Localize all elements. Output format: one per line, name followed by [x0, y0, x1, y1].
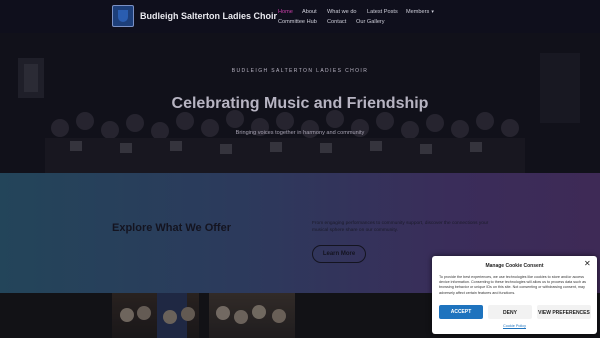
cookie-policy-link[interactable]: Cookie Policy — [432, 324, 597, 328]
hero-subtitle: Bringing voices together in harmony and … — [235, 130, 365, 136]
cookie-title: Manage Cookie Consent — [485, 263, 544, 269]
nav-item-contact[interactable]: Contact — [327, 19, 346, 25]
deny-button[interactable]: DENY — [488, 305, 532, 319]
view-preferences-button[interactable]: VIEW PREFERENCES — [537, 305, 591, 319]
explore-title: Explore What We Offer — [112, 222, 231, 234]
hero-section: BUDLEIGH SALTERTON LADIES CHOIR Celebrat… — [0, 33, 600, 173]
gallery-photo[interactable] — [209, 293, 295, 338]
close-icon[interactable]: ✕ — [584, 260, 591, 268]
choir-crest-icon[interactable] — [112, 5, 134, 27]
site-title[interactable]: Budleigh Salterton Ladies Choir — [140, 11, 277, 21]
hero-title: Celebrating Music and Friendship — [171, 95, 429, 112]
nav-item-what-we-do[interactable]: What we do — [327, 9, 357, 15]
explore-description: From engaging performances to community … — [312, 221, 489, 233]
cookie-text: To provide the best experiences, we use … — [439, 275, 586, 295]
nav-item-latest-posts[interactable]: Latest Posts — [367, 9, 398, 15]
nav-item-committee-hub[interactable]: Committee Hub — [278, 19, 317, 25]
nav-item-members[interactable]: Members ▾ — [406, 9, 434, 15]
nav-item-our-gallery[interactable]: Our Gallery — [356, 19, 385, 25]
chevron-down-icon: ▾ — [431, 9, 434, 15]
choir-photo-thumb — [216, 305, 286, 324]
nav-item-members-label: Members — [406, 9, 430, 15]
learn-more-button[interactable]: Learn More — [312, 245, 366, 263]
site-header: Budleigh Salterton Ladies Choir Home Abo… — [0, 0, 600, 33]
hero-kicker: BUDLEIGH SALTERTON LADIES CHOIR — [231, 68, 369, 74]
nav-item-about[interactable]: About — [302, 9, 317, 15]
gallery-photo[interactable] — [112, 293, 199, 338]
accept-button[interactable]: ACCEPT — [439, 305, 483, 319]
nav-item-home[interactable]: Home — [278, 9, 293, 15]
choir-photo-thumb — [120, 293, 195, 338]
cookie-consent-dialog: Manage Cookie Consent ✕ To provide the b… — [432, 256, 597, 334]
